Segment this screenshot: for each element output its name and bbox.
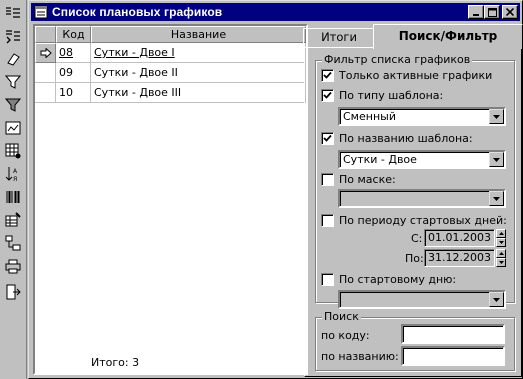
cell-code[interactable]: 09 bbox=[56, 63, 91, 83]
search-by-code-label: по коду: bbox=[321, 329, 370, 342]
print-icon[interactable] bbox=[3, 257, 22, 275]
spin-down-button[interactable] bbox=[496, 238, 506, 247]
maximize-button[interactable] bbox=[484, 5, 500, 19]
row-indicator bbox=[35, 63, 56, 83]
edit-table-icon[interactable] bbox=[3, 211, 22, 229]
chevron-down-icon bbox=[493, 196, 500, 201]
table-row[interactable]: 09 Сутки - Двое II bbox=[35, 63, 306, 83]
svg-text:A: A bbox=[13, 168, 18, 175]
by-mask-label[interactable]: По маске: bbox=[339, 173, 396, 186]
filter-group: Фильтр списка графиков Только активные г… bbox=[315, 53, 515, 309]
cell-code[interactable]: 10 bbox=[56, 83, 91, 103]
checkmark-icon bbox=[323, 134, 332, 142]
close-button[interactable] bbox=[502, 5, 518, 19]
tab-search-filter[interactable]: Поиск/Фильтр bbox=[373, 24, 523, 49]
template-type-select[interactable]: Сменный bbox=[338, 107, 506, 126]
close-icon bbox=[506, 8, 514, 16]
template-name-value: Сутки - Двое bbox=[343, 153, 417, 166]
sort-icon[interactable]: AЯ bbox=[3, 165, 22, 183]
period-to-field[interactable]: 31.12.2003 bbox=[424, 249, 495, 267]
period-from-spinner[interactable] bbox=[496, 229, 506, 247]
by-name-label[interactable]: По названию шаблона: bbox=[339, 132, 473, 145]
cell-code[interactable]: 08 bbox=[56, 43, 91, 63]
exit-icon[interactable] bbox=[3, 283, 22, 301]
arrow-down-icon bbox=[498, 241, 504, 244]
by-type-checkbox[interactable] bbox=[321, 89, 334, 102]
search-group: Поиск по коду: по названию: bbox=[315, 310, 515, 371]
arrow-down-icon bbox=[498, 261, 504, 264]
eraser-icon[interactable] bbox=[3, 50, 22, 68]
svg-text:Я: Я bbox=[13, 176, 17, 182]
template-name-dropdown-button[interactable] bbox=[489, 152, 504, 167]
checkmark-icon bbox=[323, 71, 332, 79]
grid-total-label: Итого: 3 bbox=[91, 356, 140, 369]
period-to-label: По: bbox=[405, 252, 424, 265]
column-header-name[interactable]: Название bbox=[91, 26, 306, 43]
window-icon bbox=[34, 5, 48, 19]
mask-select[interactable] bbox=[338, 189, 506, 208]
chevron-down-icon bbox=[493, 157, 500, 162]
arrow-up-icon bbox=[498, 232, 504, 235]
filter-icon[interactable] bbox=[3, 73, 22, 91]
left-toolbar: AЯ bbox=[0, 0, 27, 379]
period-from-label: С: bbox=[411, 232, 423, 245]
cell-name[interactable]: Сутки - Двое I bbox=[91, 43, 306, 63]
column-header-code[interactable]: Код bbox=[56, 26, 91, 43]
search-group-title: Поиск bbox=[322, 310, 361, 323]
report-icon[interactable] bbox=[3, 119, 22, 137]
only-active-checkbox[interactable] bbox=[321, 69, 334, 82]
only-active-label[interactable]: Только активные графики bbox=[339, 69, 492, 82]
cell-name[interactable]: Сутки - Двое II bbox=[91, 63, 306, 83]
filter-clear-icon[interactable] bbox=[3, 96, 22, 114]
start-day-dropdown-button[interactable] bbox=[489, 292, 504, 307]
by-name-checkbox[interactable] bbox=[321, 132, 334, 145]
title-bar[interactable]: Список плановых графиков bbox=[31, 3, 520, 21]
minimize-icon bbox=[473, 14, 479, 16]
schedule-grid[interactable]: Код Название 08 Сутки - Двое I 09 Сутки … bbox=[33, 24, 308, 375]
schedule-list-window: Список плановых графиков Код Название 08… bbox=[28, 0, 523, 379]
template-type-dropdown-button[interactable] bbox=[489, 109, 504, 124]
by-start-day-label[interactable]: По стартовому дню: bbox=[339, 273, 456, 286]
by-start-day-checkbox[interactable] bbox=[321, 273, 334, 286]
search-filter-panel: Фильтр списка графиков Только активные г… bbox=[304, 47, 522, 377]
row-indicator-header bbox=[35, 26, 56, 43]
search-by-code-input[interactable] bbox=[401, 324, 505, 344]
tree-icon[interactable] bbox=[3, 234, 22, 252]
template-name-select[interactable]: Сутки - Двое bbox=[338, 150, 506, 169]
list-insert-icon[interactable] bbox=[3, 27, 22, 45]
by-mask-checkbox[interactable] bbox=[321, 173, 334, 186]
by-type-label[interactable]: По типу шаблона: bbox=[339, 89, 443, 102]
search-by-name-label: по названию: bbox=[321, 350, 399, 363]
template-type-value: Сменный bbox=[343, 110, 396, 123]
search-by-name-input[interactable] bbox=[401, 346, 505, 366]
spin-up-button[interactable] bbox=[496, 249, 506, 258]
checkmark-icon bbox=[323, 91, 332, 99]
start-day-select[interactable] bbox=[338, 290, 506, 309]
chevron-down-icon bbox=[493, 114, 500, 119]
table-row[interactable]: 08 Сутки - Двое I bbox=[35, 43, 306, 63]
mask-dropdown-button[interactable] bbox=[489, 191, 504, 206]
chevron-down-icon bbox=[493, 297, 500, 302]
grid-settings-icon[interactable] bbox=[3, 142, 22, 160]
list-add-icon[interactable] bbox=[3, 4, 22, 22]
row-indicator bbox=[35, 83, 56, 103]
table-row[interactable]: 10 Сутки - Двое III bbox=[35, 83, 306, 103]
by-period-checkbox[interactable] bbox=[321, 214, 334, 227]
barcode-icon[interactable] bbox=[3, 188, 22, 206]
spin-up-button[interactable] bbox=[496, 229, 506, 238]
maximize-icon bbox=[487, 7, 497, 17]
period-from-field[interactable]: 01.01.2003 bbox=[424, 229, 495, 247]
spin-down-button[interactable] bbox=[496, 258, 506, 267]
minimize-button[interactable] bbox=[468, 5, 484, 19]
period-to-spinner[interactable] bbox=[496, 249, 506, 267]
filter-group-title: Фильтр списка графиков bbox=[322, 53, 473, 66]
current-row-arrow-icon bbox=[40, 47, 52, 59]
row-indicator bbox=[35, 43, 56, 63]
by-period-label[interactable]: По периоду стартовых дней: bbox=[339, 214, 507, 227]
window-title: Список плановых графиков bbox=[52, 5, 223, 19]
arrow-up-icon bbox=[498, 252, 504, 255]
cell-name[interactable]: Сутки - Двое III bbox=[91, 83, 306, 103]
tab-totals[interactable]: Итоги bbox=[303, 28, 375, 48]
